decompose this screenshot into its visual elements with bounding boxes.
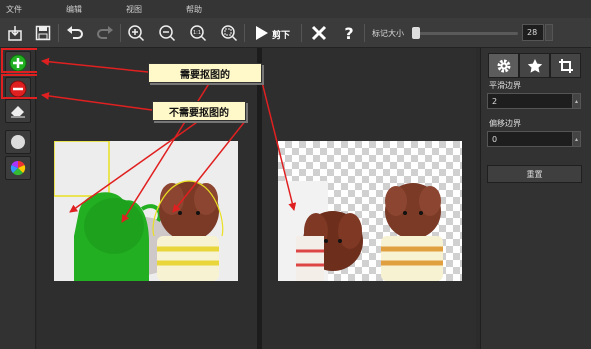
- import-icon: [8, 26, 22, 41]
- menu-file[interactable]: 文件: [0, 4, 46, 15]
- close-button[interactable]: [308, 22, 330, 44]
- fit-window-button[interactable]: [218, 22, 240, 44]
- result-canvas[interactable]: [262, 48, 476, 349]
- menu-bar: 文件 编辑 视图 帮助: [0, 0, 591, 18]
- tab-crop[interactable]: [550, 53, 581, 78]
- zoom-in-icon: [128, 25, 145, 42]
- save-icon: [35, 25, 51, 41]
- smooth-edge-value: 2: [492, 96, 498, 106]
- keep-marker-highlight: [1, 48, 41, 73]
- actual-size-icon: 1:1: [190, 25, 207, 42]
- fit-window-icon: [221, 25, 238, 42]
- menu-view[interactable]: 视图: [106, 4, 166, 15]
- source-photo: [54, 141, 238, 281]
- remove-marker-highlight: [1, 74, 41, 99]
- panel-tabs: [488, 53, 583, 78]
- toolbar-separator: [301, 24, 302, 42]
- menu-edit[interactable]: 编辑: [46, 4, 106, 15]
- toolbar-separator: [364, 24, 365, 42]
- gear-icon: [497, 59, 510, 72]
- offset-edge-input[interactable]: 0 ▴: [487, 131, 581, 147]
- marker-size-slider-thumb[interactable]: [412, 27, 420, 39]
- toolbar-separator: [244, 24, 245, 42]
- marker-size-spinner[interactable]: [545, 24, 553, 41]
- eraser-button[interactable]: [5, 99, 31, 123]
- tab-effects[interactable]: [519, 53, 550, 78]
- zoom-out-button[interactable]: [156, 22, 178, 44]
- svg-text:1:1: 1:1: [193, 30, 201, 36]
- cut-label[interactable]: 剪下: [272, 28, 290, 41]
- source-canvas[interactable]: [37, 48, 257, 349]
- offset-edge-label: 偏移边界: [489, 119, 521, 128]
- tab-settings[interactable]: [488, 53, 519, 78]
- toolbar: 1:1 剪下 ? 标记大小 28: [0, 18, 591, 48]
- marker-size-label: 标记大小: [372, 29, 404, 38]
- eraser-icon: [11, 106, 25, 118]
- result-photo: [278, 141, 462, 281]
- redo-button[interactable]: [94, 22, 116, 44]
- zoom-in-button[interactable]: [125, 22, 147, 44]
- reset-button[interactable]: 重置: [487, 165, 582, 183]
- color-wheel-icon: [10, 160, 26, 176]
- offset-edge-value: 0: [492, 134, 498, 144]
- smooth-edge-label: 平滑边界: [489, 81, 521, 90]
- redo-icon: [97, 26, 113, 39]
- marker-size-input[interactable]: 28: [522, 24, 544, 41]
- save-button[interactable]: [32, 22, 54, 44]
- close-icon: [311, 25, 327, 41]
- smooth-edge-input[interactable]: 2 ▴: [487, 93, 581, 109]
- import-button[interactable]: [4, 22, 26, 44]
- source-photo-image: [54, 141, 238, 281]
- undo-icon: [67, 26, 83, 39]
- crop-icon: [558, 58, 573, 73]
- color-picker-button[interactable]: [5, 156, 31, 180]
- play-icon: [256, 26, 268, 40]
- cut-button[interactable]: [250, 22, 272, 44]
- star-icon: [527, 58, 542, 73]
- help-button[interactable]: ?: [338, 22, 360, 44]
- toolbar-separator: [120, 24, 121, 42]
- undo-button[interactable]: [64, 22, 86, 44]
- svg-text:?: ?: [344, 24, 353, 42]
- keep-callout: 需要抠图的: [148, 63, 262, 83]
- remove-callout: 不需要抠图的: [152, 101, 246, 121]
- toolbar-separator: [58, 24, 59, 42]
- smooth-edge-spinner[interactable]: ▴: [572, 94, 580, 108]
- help-icon: ?: [344, 24, 353, 42]
- brush-shape-button[interactable]: [5, 130, 31, 154]
- properties-panel: 平滑边界 2 ▴ 偏移边界 0 ▴ 重置: [480, 48, 591, 349]
- actual-size-button[interactable]: 1:1: [187, 22, 209, 44]
- zoom-out-icon: [159, 25, 176, 42]
- marker-size-slider[interactable]: [412, 32, 518, 35]
- result-photo-image: [278, 181, 443, 281]
- circle-icon: [11, 135, 25, 149]
- menu-help[interactable]: 帮助: [166, 4, 226, 15]
- offset-edge-spinner[interactable]: ▴: [572, 132, 580, 146]
